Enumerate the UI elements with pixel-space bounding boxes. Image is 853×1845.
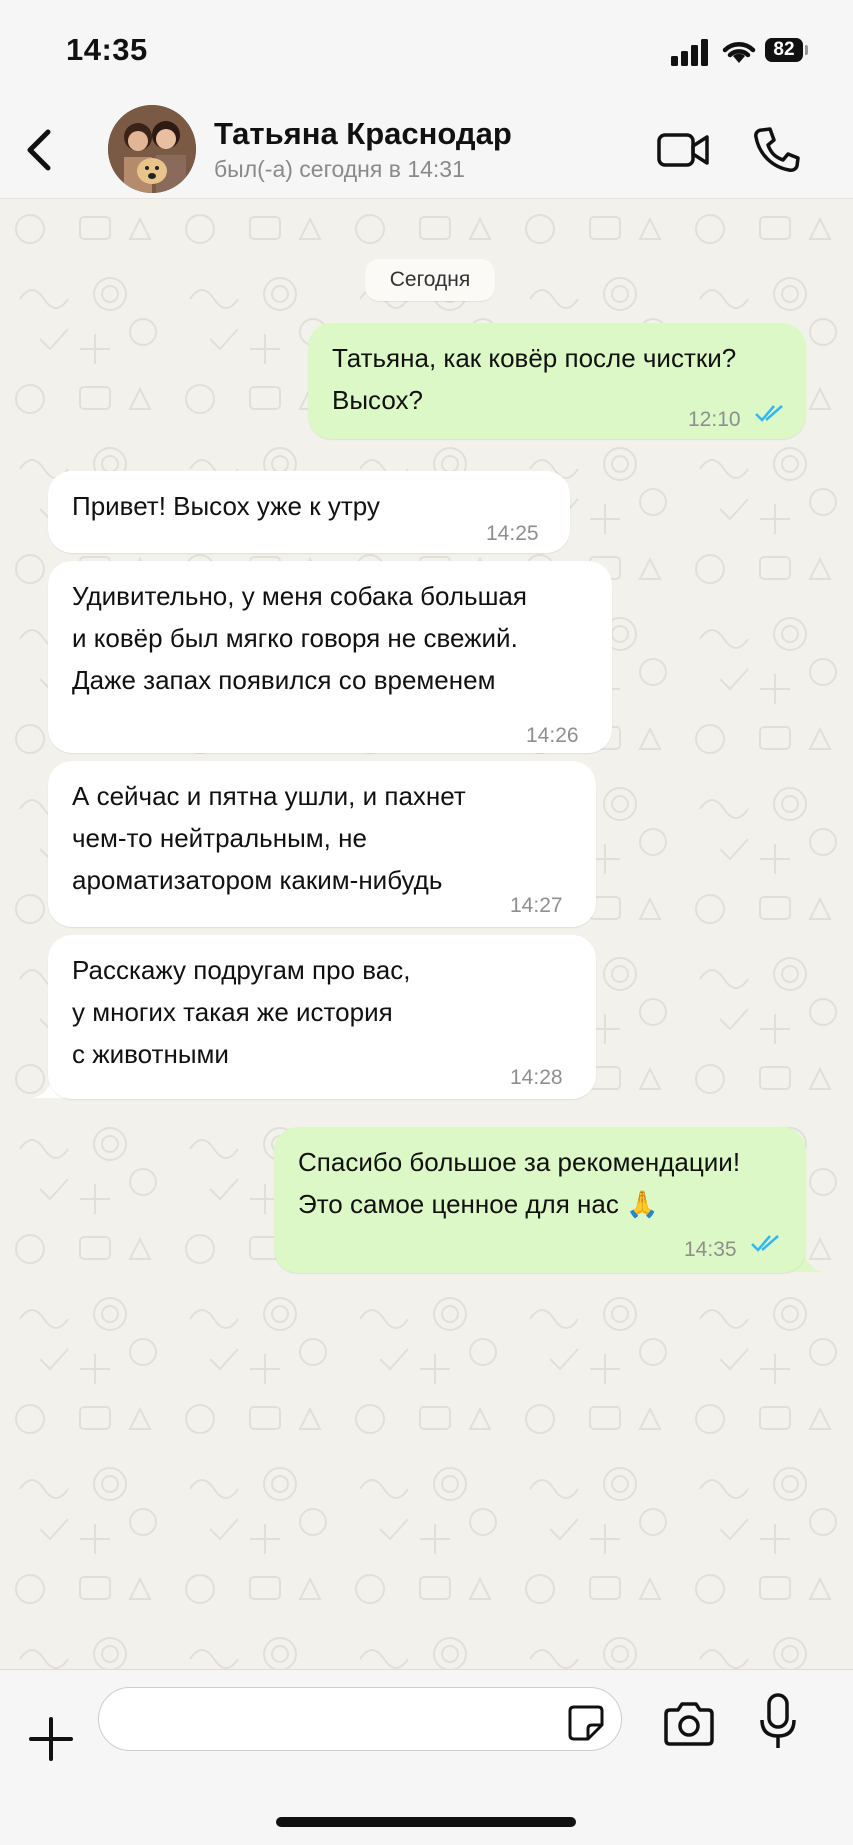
message-time: 14:25 — [486, 522, 539, 545]
read-receipt-icon — [751, 1235, 779, 1252]
message-text: Расскажу подругам про вас, у многих така… — [72, 955, 411, 1069]
signal-icon — [671, 39, 708, 66]
message-time: 12:10 — [688, 408, 741, 431]
read-receipt-icon — [755, 405, 783, 422]
camera-button[interactable] — [662, 1700, 716, 1748]
message-text: Спасибо большое за рекомендации! Это сам… — [298, 1147, 741, 1219]
camera-icon — [664, 1702, 714, 1746]
message-outgoing[interactable]: Татьяна, как ковёр после чистки? Высох? … — [308, 323, 806, 439]
home-indicator — [276, 1817, 576, 1827]
wifi-icon — [722, 42, 756, 63]
message-time: 14:27 — [510, 894, 563, 917]
back-button[interactable] — [20, 122, 60, 178]
sticker-icon — [568, 1705, 604, 1741]
message-outgoing[interactable]: Спасибо большое за рекомендации! Это сам… — [274, 1127, 806, 1273]
message-time: 14:28 — [510, 1066, 563, 1089]
plus-icon — [29, 1717, 73, 1761]
phone-icon — [754, 127, 800, 172]
battery-cap — [805, 45, 808, 55]
message-text: Татьяна, как ковёр после чистки? Высох? — [332, 343, 737, 415]
contact-name[interactable]: Татьяна Краснодар — [214, 116, 512, 152]
message-text: Привет! Высох уже к утру — [72, 491, 380, 521]
last-seen-status: был(-а) сегодня в 14:31 — [214, 156, 465, 182]
message-composer — [0, 1669, 853, 1845]
message-incoming[interactable]: А сейчас и пятна ушли, и пахнет чем-то н… — [48, 761, 596, 927]
message-incoming[interactable]: Расскажу подругам про вас, у многих така… — [48, 935, 596, 1099]
status-time: 14:35 — [66, 32, 148, 67]
chat-area[interactable]: Сегодня Татьяна, как ковёр после чистки?… — [0, 199, 853, 1669]
avatar[interactable] — [108, 105, 196, 193]
video-call-button[interactable] — [656, 128, 710, 172]
message-incoming[interactable]: Привет! Высох уже к утру 14:25 — [48, 471, 570, 553]
attach-button[interactable] — [28, 1716, 74, 1762]
microphone-icon — [760, 1693, 796, 1748]
voice-call-button[interactable] — [752, 124, 800, 174]
battery-icon: 82 — [765, 38, 803, 62]
message-time: 14:26 — [526, 724, 579, 747]
status-icons: 82 — [653, 30, 853, 70]
message-text: Удивительно, у меня собака большая и ков… — [72, 581, 527, 695]
message-input[interactable] — [98, 1687, 622, 1751]
message-text: А сейчас и пятна ушли, и пахнет чем-то н… — [72, 781, 466, 895]
chevron-left-icon — [27, 129, 51, 171]
video-camera-icon — [657, 133, 709, 167]
contact-photo — [108, 105, 196, 193]
chat-header: Татьяна Краснодар был(-а) сегодня в 14:3… — [0, 100, 853, 199]
date-separator: Сегодня — [365, 259, 495, 301]
voice-message-button[interactable] — [758, 1692, 798, 1754]
status-bar: 14:35 82 — [0, 0, 853, 100]
sticker-button[interactable] — [566, 1703, 606, 1743]
message-time: 14:35 — [684, 1238, 737, 1261]
message-incoming[interactable]: Удивительно, у меня собака большая и ков… — [48, 561, 612, 753]
